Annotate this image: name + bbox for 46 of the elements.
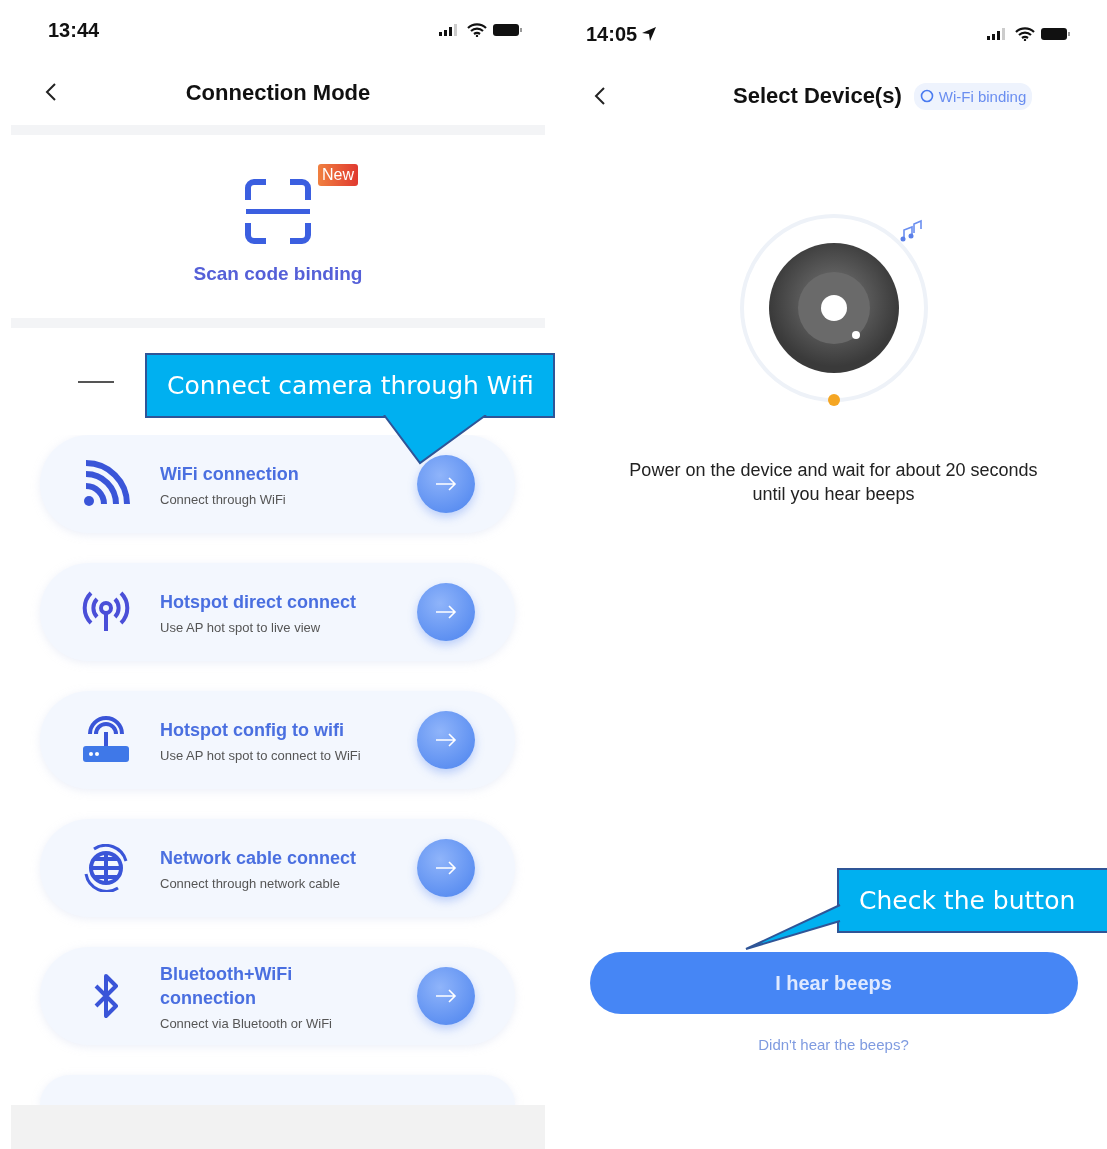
scan-icon[interactable] — [244, 178, 312, 245]
circle-icon — [919, 89, 934, 103]
option-subtitle: Connect through WiFi — [160, 491, 287, 507]
globe-icon — [82, 844, 130, 892]
option-subtitle: Use AP hot spot to connect to WiFi — [160, 747, 362, 763]
arrow-button[interactable] — [417, 583, 475, 641]
callout-box: Check the button — [837, 868, 1107, 933]
wifi-icon — [82, 460, 130, 508]
arrow-icon — [435, 989, 457, 1003]
screen-title: Select Device(s) — [733, 83, 902, 109]
dash-line — [78, 380, 114, 383]
router-icon — [82, 716, 130, 764]
option-title: Hotspot config to wifi — [160, 718, 345, 742]
option-title: Hotspot direct connect — [160, 590, 357, 614]
option-subtitle: Connect through network cable — [160, 875, 341, 891]
status-time: 13:44 — [48, 18, 100, 42]
arrow-button[interactable] — [417, 711, 475, 769]
scan-label[interactable]: Scan code binding — [193, 263, 363, 285]
arrow-icon — [435, 861, 457, 875]
option-subtitle: Connect via Bluetooth or WiFi — [160, 1015, 333, 1031]
arrow-button[interactable] — [417, 839, 475, 897]
battery-icon — [493, 24, 523, 36]
arrow-button[interactable] — [417, 455, 475, 513]
option-title: WiFi connection — [160, 462, 300, 486]
arrow-button[interactable] — [417, 967, 475, 1025]
option-card[interactable]: Hotspot direct connect Use AP hot spot to live view — [40, 563, 515, 661]
screen-title: Connection Mode — [185, 79, 371, 106]
arrow-icon — [435, 605, 457, 619]
location-icon — [641, 26, 658, 42]
arrow-icon — [435, 477, 457, 491]
option-title: Bluetooth+WiFi connection — [160, 962, 294, 1010]
option-card[interactable]: Bluetooth+WiFi connection Connect via Bluetooth or WiFi — [40, 947, 515, 1045]
back-icon[interactable] — [594, 86, 606, 106]
status-time: 14:05 — [586, 22, 638, 46]
option-card[interactable]: WiFi connection Connect through WiFi — [40, 435, 515, 533]
back-icon[interactable] — [45, 82, 57, 102]
option-subtitle: Use AP hot spot to live view — [160, 619, 322, 635]
wifi-icon — [1015, 27, 1035, 41]
option-card[interactable]: Network cable connect Connect through network cable — [40, 819, 515, 917]
new-badge: New — [318, 164, 358, 186]
battery-icon — [1041, 28, 1071, 40]
wifi-icon — [467, 23, 487, 37]
option-card[interactable]: Hotspot config to wifi Use AP hot spot to connect to WiFi — [40, 691, 515, 789]
option-title: Network cable connect — [160, 846, 358, 870]
arrow-icon — [435, 733, 457, 747]
instruction-text: Power on the device and wait for about 20 seconds until you hear beeps — [628, 459, 1039, 506]
